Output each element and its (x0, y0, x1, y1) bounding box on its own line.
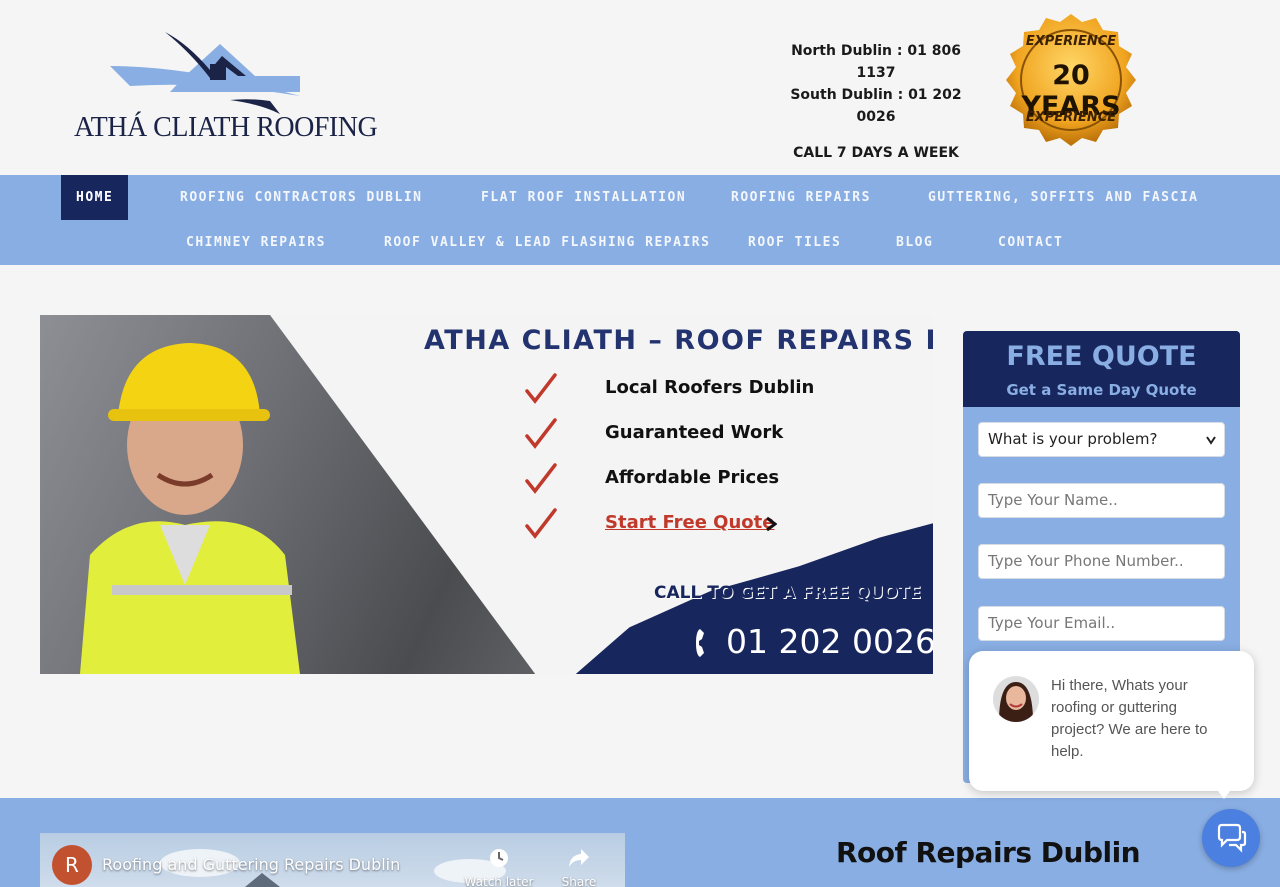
badge-text-bottom: EXPERIENCE (1025, 110, 1117, 125)
bullet-text: Guaranteed Work (605, 422, 784, 443)
name-field[interactable]: Type Your Name.. (978, 483, 1225, 518)
problem-select[interactable]: What is your problem? (978, 422, 1225, 457)
section-heading: Roof Repairs Dublin (836, 836, 1141, 869)
chat-popup[interactable]: Hi there, Whats your roofing or gutterin… (969, 651, 1254, 799)
chevron-down-icon (1206, 436, 1216, 445)
nav-item-chimney[interactable]: CHIMNEY REPAIRS (171, 220, 341, 265)
nav-item-roof-valley[interactable]: ROOF VALLEY & LEAD FLASHING REPAIRS (369, 220, 725, 265)
contact-numbers: North Dublin : 01 806 1137 South Dublin … (776, 40, 976, 164)
youtube-video-embed[interactable]: R Roofing and Guttering Repairs Dublin W… (40, 833, 625, 887)
chat-tail (1215, 787, 1233, 799)
south-dublin-phone[interactable]: South Dublin : 01 202 0026 (776, 84, 976, 128)
share-icon (569, 849, 589, 867)
phone-field[interactable]: Type Your Phone Number.. (978, 544, 1225, 579)
nav-item-roofing-contractors[interactable]: ROOFING CONTRACTORS DUBLIN (165, 175, 438, 220)
channel-avatar[interactable]: R (52, 845, 92, 885)
problem-select-value: What is your problem? (988, 430, 1158, 448)
chevron-right-icon (766, 516, 777, 532)
agent-photo-icon (993, 676, 1039, 722)
nav-item-home[interactable]: HOME (61, 175, 129, 220)
site-header: ATHÁ CLIATH ROOFING North Dublin : 01 80… (0, 0, 1280, 175)
nav-item-roofing-repairs[interactable]: ROOFING REPAIRS (716, 175, 886, 220)
start-free-quote-link[interactable]: Start Free Quote (605, 512, 774, 533)
check-icon (525, 418, 557, 449)
check-icon (525, 508, 557, 539)
chat-open-button[interactable] (1202, 809, 1260, 867)
hero-title: ATHA CLIATH – ROOF REPAIRS DUBLIN (424, 325, 933, 356)
main-nav: HOME ROOFING CONTRACTORS DUBLIN FLAT ROO… (0, 175, 1280, 265)
bullet-text: Local Roofers Dublin (605, 377, 815, 398)
check-icon (525, 373, 557, 404)
hero-banner: ATHA CLIATH – ROOF REPAIRS DUBLIN Local … (40, 315, 933, 674)
quote-title: FREE QUOTE (1006, 341, 1197, 372)
north-dublin-phone[interactable]: North Dublin : 01 806 1137 (776, 40, 976, 84)
badge-text-top: EXPERIENCE (1025, 34, 1117, 49)
hero-bullet: Start Free Quote (525, 508, 885, 544)
logo-text: ATHÁ CLIATH ROOFING (74, 112, 378, 143)
share-button[interactable]: Share (539, 847, 619, 887)
nav-item-guttering[interactable]: GUTTERING, SOFFITS AND FASCIA (913, 175, 1213, 220)
site-logo[interactable]: ATHÁ CLIATH ROOFING (70, 26, 378, 146)
chat-bubble-icon (1217, 823, 1247, 853)
share-label: Share (561, 875, 597, 887)
roof-logo-icon (110, 32, 300, 114)
video-title[interactable]: Roofing and Guttering Repairs Dublin (102, 855, 400, 874)
nav-item-flat-roof[interactable]: FLAT ROOF INSTALLATION (466, 175, 701, 220)
bullet-text: Affordable Prices (605, 467, 780, 488)
hero-bullet: Affordable Prices (525, 463, 885, 499)
hero-bullet: Local Roofers Dublin (525, 373, 885, 409)
chat-message: Hi there, Whats your roofing or gutterin… (1051, 677, 1208, 760)
watch-later-label: Watch later (464, 875, 534, 887)
clock-icon (490, 849, 508, 867)
nav-item-roof-tiles[interactable]: ROOF TILES (733, 220, 856, 265)
chat-agent-avatar (993, 676, 1039, 722)
nav-row-1: HOME ROOFING CONTRACTORS DUBLIN FLAT ROO… (0, 175, 1280, 220)
check-icon (525, 463, 557, 494)
call-days-text: CALL 7 DAYS A WEEK (793, 145, 959, 161)
nav-row-2: CHIMNEY REPAIRS ROOF VALLEY & LEAD FLASH… (0, 220, 1280, 265)
quote-header: FREE QUOTE Get a Same Day Quote (963, 331, 1240, 407)
email-field[interactable]: Type Your Email.. (978, 606, 1225, 641)
experience-badge: EXPERIENCE 20 YEARS EXPERIENCE (998, 12, 1144, 148)
nav-item-contact[interactable]: CONTACT (983, 220, 1078, 265)
roofer-worker-image (80, 343, 300, 674)
watch-later-button[interactable]: Watch later (459, 847, 539, 887)
quote-subtitle: Get a Same Day Quote (1006, 381, 1197, 399)
call-free-quote-text: CALL TO GET A FREE QUOTE (654, 583, 922, 603)
nav-item-blog[interactable]: BLOG (881, 220, 948, 265)
hero-phone-number[interactable]: 01 202 0026 (726, 622, 933, 661)
phone-icon (696, 629, 704, 657)
hero-bullet: Guaranteed Work (525, 418, 885, 454)
